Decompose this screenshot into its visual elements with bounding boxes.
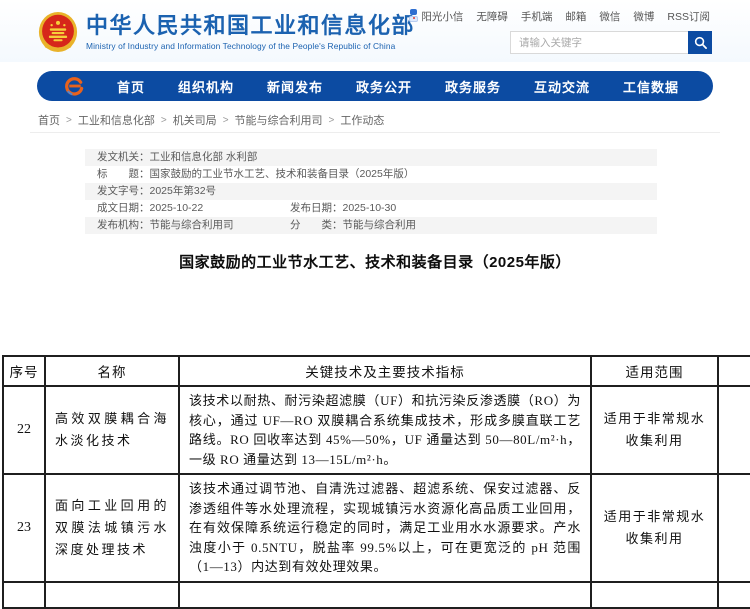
main-nav: 首页 组织机构 新闻发布 政务公开 政务服务 互动交流 工信数据: [37, 71, 713, 101]
meta-value: 2025-10-30: [343, 200, 397, 217]
utility-links: 阳光小信 无障碍 手机端 邮箱 微信 微博 RSS订阅: [409, 9, 710, 24]
cell-name: 高效双膜耦合海水淡化技术: [45, 386, 179, 474]
breadcrumb-miit[interactable]: 工业和信息化部: [78, 112, 155, 128]
meta-label: 发布日期：: [290, 200, 343, 217]
breadcrumb-work-updates[interactable]: 工作动态: [340, 112, 384, 128]
meta-label: 分 类：: [290, 217, 343, 234]
cell-index: 22: [3, 386, 45, 474]
meta-row-publisher: 发布机构： 节能与综合利用司 分 类： 节能与综合利用: [85, 217, 657, 234]
meta-row-issuing-org: 发文机关： 工业和信息化部 水利部: [85, 149, 657, 166]
breadcrumb-separator: >: [161, 115, 167, 126]
col-header-name: 名称: [45, 356, 179, 386]
cell-spec: 该技术以耐热、耐污染超滤膜（UF）和抗污染反渗透膜（RO）为核心，通过 UF—R…: [179, 386, 591, 474]
catalog-table: 序号 名称 关键技术及主要技术指标 适用范围 22 高效双膜耦合海水淡化技术 该…: [2, 355, 750, 609]
cell-name: 面向工业回用的双膜法城镇污水深度处理技术: [45, 474, 179, 582]
search-icon: [694, 36, 707, 49]
meta-label: 发布机构：: [97, 217, 150, 234]
meta-value: 节能与综合利用司: [150, 217, 234, 234]
ministry-name-en: Ministry of Industry and Information Tec…: [86, 41, 415, 51]
cell-scope: 适用于非常规水收集利用: [591, 474, 718, 582]
meta-row-doc-number: 发文字号： 2025年第32号: [85, 183, 657, 200]
assistant-robot-icon: [409, 9, 418, 22]
meta-row-dates: 成文日期： 2025-10-22 发布日期： 2025-10-30: [85, 200, 657, 217]
nav-item-organization[interactable]: 组织机构: [178, 77, 234, 96]
search-button[interactable]: [688, 31, 712, 54]
cell-clipped: [718, 386, 750, 474]
ministry-name-cn: 中华人民共和国工业和信息化部: [86, 13, 415, 39]
meta-value: 2025-10-22: [150, 200, 204, 217]
table-header-row: 序号 名称 关键技术及主要技术指标 适用范围: [3, 356, 750, 386]
miit-logo-icon: [65, 77, 84, 96]
divider: [30, 132, 720, 133]
col-header-clipped: [718, 356, 750, 386]
meta-label: 成文日期：: [97, 200, 150, 217]
table-row-clipped: [3, 582, 750, 608]
meta-value: 国家鼓励的工业节水工艺、技术和装备目录（2025年版）: [150, 166, 415, 183]
cell-scope: 适用于非常规水收集利用: [591, 386, 718, 474]
breadcrumb-departments[interactable]: 机关司局: [173, 112, 217, 128]
link-weibo[interactable]: 微博: [633, 9, 654, 24]
nav-item-news[interactable]: 新闻发布: [267, 77, 323, 96]
nav-item-miit-data[interactable]: 工信数据: [623, 77, 679, 96]
nav-item-interaction[interactable]: 互动交流: [534, 77, 590, 96]
nav-item-gov-disclosure[interactable]: 政务公开: [356, 77, 412, 96]
breadcrumb-separator: >: [329, 115, 335, 126]
table-row: 22 高效双膜耦合海水淡化技术 该技术以耐热、耐污染超滤膜（UF）和抗污染反渗透…: [3, 386, 750, 474]
cell-spec: 该技术通过调节池、自清洗过滤器、超滤系统、保安过滤器、反渗透组件等水处理流程，实…: [179, 474, 591, 582]
page-title: 国家鼓励的工业节水工艺、技术和装备目录（2025年版）: [0, 251, 750, 272]
link-rss[interactable]: RSS订阅: [667, 9, 710, 24]
site-header: 中华人民共和国工业和信息化部 Ministry of Industry and …: [0, 0, 750, 62]
search-input[interactable]: [510, 31, 688, 54]
meta-label: 发文字号：: [97, 183, 150, 200]
cell-clipped: [718, 474, 750, 582]
col-header-scope: 适用范围: [591, 356, 718, 386]
col-header-spec: 关键技术及主要技术指标: [179, 356, 591, 386]
breadcrumb-home[interactable]: 首页: [38, 112, 60, 128]
cell-index: 23: [3, 474, 45, 582]
nav-item-gov-services[interactable]: 政务服务: [445, 77, 501, 96]
national-emblem-icon: [38, 11, 78, 53]
link-mailbox[interactable]: 邮箱: [565, 9, 586, 24]
meta-label: 标 题：: [97, 166, 150, 183]
search-bar: [510, 31, 712, 54]
breadcrumb: 首页 > 工业和信息化部 > 机关司局 > 节能与综合利用司 > 工作动态: [38, 112, 384, 128]
breadcrumb-separator: >: [223, 115, 229, 126]
document-meta: 发文机关： 工业和信息化部 水利部 标 题： 国家鼓励的工业节水工艺、技术和装备…: [85, 149, 657, 234]
meta-value: 工业和信息化部 水利部: [150, 149, 258, 166]
link-sunshine-assistant[interactable]: 阳光小信: [409, 9, 463, 24]
link-accessibility[interactable]: 无障碍: [476, 9, 508, 24]
link-mobile[interactable]: 手机端: [521, 9, 553, 24]
link-wechat[interactable]: 微信: [599, 9, 620, 24]
nav-item-home[interactable]: 首页: [117, 77, 145, 96]
breadcrumb-separator: >: [66, 115, 72, 126]
breadcrumb-energy-dept[interactable]: 节能与综合利用司: [235, 112, 323, 128]
meta-value: 节能与综合利用: [343, 217, 417, 234]
meta-label: 发文机关：: [97, 149, 150, 166]
col-header-index: 序号: [3, 356, 45, 386]
table-row: 23 面向工业回用的双膜法城镇污水深度处理技术 该技术通过调节池、自清洗过滤器、…: [3, 474, 750, 582]
meta-value: 2025年第32号: [150, 183, 217, 200]
meta-row-title: 标 题： 国家鼓励的工业节水工艺、技术和装备目录（2025年版）: [85, 166, 657, 183]
